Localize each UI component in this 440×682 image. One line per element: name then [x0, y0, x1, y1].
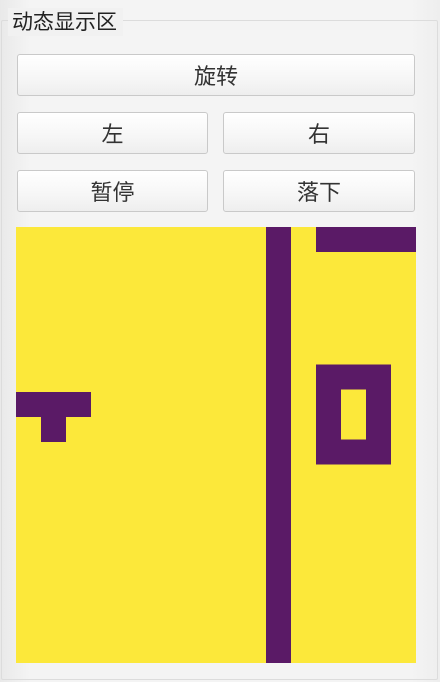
block-cell: [366, 227, 391, 252]
block-cell: [266, 252, 291, 277]
block-cell: [41, 417, 66, 442]
rotate-button[interactable]: 旋转: [17, 54, 415, 96]
block-cell: [341, 227, 366, 252]
block-cell: [266, 402, 291, 427]
block-cell: [266, 377, 291, 402]
block-cell: [266, 277, 291, 302]
move-right-button-label: 右: [307, 123, 330, 148]
block-cell: [266, 227, 291, 252]
block-cell: [266, 552, 291, 577]
block-cell: [316, 414, 341, 440]
block-cell: [16, 392, 41, 417]
block-cell: [391, 227, 416, 252]
block-cell: [316, 227, 341, 252]
block-cell: [341, 439, 366, 465]
block-cell: [41, 392, 66, 417]
pause-button[interactable]: 暂停: [17, 170, 208, 212]
block-cell: [366, 364, 391, 390]
move-right-button[interactable]: 右: [223, 112, 415, 154]
block-cell: [266, 327, 291, 352]
rotate-button-label: 旋转: [193, 65, 238, 90]
block-cell: [266, 652, 291, 663]
block-cell: [266, 602, 291, 627]
block-cell: [266, 352, 291, 377]
section-legend: 动态显示区: [8, 8, 123, 36]
drop-button-label: 落下: [296, 181, 341, 206]
block-cell: [341, 364, 366, 390]
block-cell: [366, 414, 391, 440]
block-cell: [266, 577, 291, 602]
game-board: [16, 227, 416, 663]
move-left-button-label: 左: [101, 123, 124, 148]
block-cell: [266, 627, 291, 652]
block-cell: [266, 427, 291, 452]
page: 动态显示区 旋转 左 右 暂停 落下: [0, 0, 440, 682]
block-cell: [266, 477, 291, 502]
move-left-button[interactable]: 左: [17, 112, 208, 154]
block-cell: [266, 452, 291, 477]
block-cell: [266, 527, 291, 552]
game-board-canvas: [16, 227, 416, 663]
block-cell: [366, 389, 391, 415]
block-cell: [316, 439, 341, 465]
block-cell: [266, 502, 291, 527]
block-cell: [266, 302, 291, 327]
pause-button-label: 暂停: [90, 181, 135, 206]
drop-button[interactable]: 落下: [223, 170, 415, 212]
block-cell: [66, 392, 91, 417]
block-cell: [366, 439, 391, 465]
block-cell: [316, 389, 341, 415]
block-cell: [316, 364, 341, 390]
